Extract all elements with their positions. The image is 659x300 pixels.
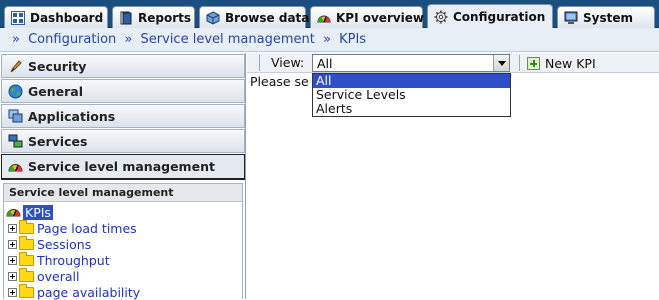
sidebar-item-label: Applications [28, 108, 116, 124]
toolbar-divider [259, 55, 260, 71]
sidebar: Security General Applications Services S… [0, 53, 246, 300]
expand-icon[interactable] [8, 287, 17, 297]
gauge-icon [317, 11, 331, 25]
services-icon [8, 134, 23, 149]
tree-item-label: Throughput [37, 252, 110, 268]
dashboard-icon [11, 10, 25, 25]
tree-item-throughput[interactable]: Throughput [8, 251, 110, 268]
tree-item-label: overall [37, 268, 80, 284]
tree-item-page-availability[interactable]: page availability [8, 283, 141, 300]
breadcrumb-separator: » [12, 32, 20, 47]
tree-item-label: page availability [37, 284, 141, 300]
main-tab-bar: Dashboard Reports Browse data KPI overvi… [0, 0, 659, 29]
sidebar-item-label: Security [28, 58, 87, 74]
applications-icon [8, 109, 23, 124]
breadcrumb: » Configuration » Service level manageme… [0, 28, 659, 52]
tab-reports[interactable]: Reports [112, 6, 195, 28]
gauge-icon [6, 204, 21, 220]
folder-icon [19, 219, 34, 234]
folder-icon [19, 251, 34, 266]
tab-browse-data-label: Browse data [225, 10, 310, 25]
plus-icon [527, 56, 540, 70]
tree-panel-header: Service level management [4, 184, 242, 202]
tree-item-overall[interactable]: overall [8, 267, 80, 284]
sidebar-item-service-level-management[interactable]: Service level management [1, 154, 245, 180]
tab-browse-data[interactable]: Browse data [199, 6, 310, 28]
breadcrumb-kpis[interactable]: KPIs [339, 32, 366, 47]
folder-icon [19, 267, 34, 282]
tab-configuration[interactable]: Configuration [427, 4, 553, 29]
pen-icon [8, 59, 23, 74]
sidebar-item-applications[interactable]: Applications [1, 104, 245, 128]
tab-system-label: System [583, 10, 633, 25]
folder-icon [19, 235, 34, 250]
toolbar-divider [519, 55, 520, 71]
placeholder-text: Please se [250, 74, 309, 89]
tree-item-label: Page load times [37, 220, 137, 236]
new-kpi-button[interactable]: New KPI [527, 54, 596, 72]
sidebar-item-services[interactable]: Services [1, 129, 245, 153]
expand-icon[interactable] [8, 239, 17, 249]
folder-icon [19, 283, 34, 298]
new-kpi-label: New KPI [545, 55, 596, 71]
breadcrumb-configuration[interactable]: Configuration [28, 32, 116, 47]
sidebar-item-label: General [28, 83, 83, 99]
dropdown-option-all[interactable]: All [313, 74, 510, 88]
view-label: View: [271, 55, 305, 70]
breadcrumb-separator: » [322, 32, 331, 47]
sidebar-item-security[interactable]: Security [1, 54, 245, 78]
dropdown-option-service-levels[interactable]: Service Levels [313, 88, 510, 102]
tree-root-kpis[interactable]: KPIs [6, 204, 53, 220]
tab-system[interactable]: System [557, 6, 655, 28]
tab-kpi-overview-label: KPI overview [336, 10, 425, 25]
sidebar-item-general[interactable]: General [1, 79, 245, 103]
view-dropdown-list: All Service Levels Alerts [312, 73, 511, 117]
breadcrumb-separator: » [124, 32, 133, 47]
reports-icon [119, 11, 133, 25]
content-toolbar: View: All New KPI [247, 53, 659, 73]
globe-icon [8, 84, 23, 99]
dropdown-option-alerts[interactable]: Alerts [313, 102, 510, 116]
view-select[interactable]: All [312, 54, 510, 72]
sidebar-item-label: Service level management [28, 159, 215, 174]
chevron-down-icon[interactable] [493, 55, 509, 71]
monitor-icon [564, 11, 578, 25]
tab-reports-label: Reports [138, 10, 192, 25]
expand-icon[interactable] [8, 223, 17, 233]
tab-configuration-label: Configuration [453, 10, 546, 24]
tree-root-label: KPIs [23, 204, 53, 220]
gauge-icon [8, 159, 23, 174]
sidebar-item-label: Services [28, 133, 88, 149]
view-select-value: All [317, 56, 333, 71]
kpi-tree-panel: Service level management KPIs Page load … [3, 183, 243, 300]
tab-dashboard-label: Dashboard [30, 10, 104, 25]
tab-kpi-overview[interactable]: KPI overview [310, 6, 425, 28]
expand-icon[interactable] [8, 255, 17, 265]
cube-icon [206, 10, 220, 25]
tab-dashboard[interactable]: Dashboard [4, 6, 108, 28]
tree-item-page-load-times[interactable]: Page load times [8, 219, 137, 236]
tree-item-sessions[interactable]: Sessions [8, 235, 92, 252]
breadcrumb-service-level-management[interactable]: Service level management [141, 32, 315, 47]
gear-icon [434, 10, 448, 24]
expand-icon[interactable] [8, 271, 17, 281]
tree-item-label: Sessions [37, 236, 92, 252]
